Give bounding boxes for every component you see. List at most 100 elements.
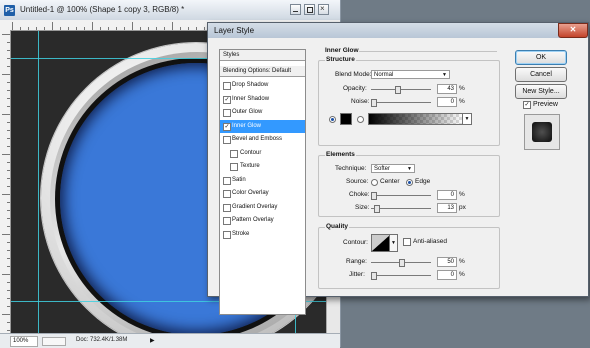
- guide-vertical-left[interactable]: [38, 31, 39, 333]
- style-item-label: Outer Glow: [232, 109, 263, 115]
- ok-button[interactable]: OK: [515, 50, 567, 65]
- ruler-tick: [60, 27, 61, 30]
- size-slider-thumb[interactable]: [374, 205, 380, 213]
- minimize-icon[interactable]: [290, 4, 301, 15]
- maximize-icon[interactable]: [304, 4, 315, 15]
- style-item-gradient-overlay[interactable]: Gradient Overlay: [220, 201, 305, 214]
- source-center-radio[interactable]: [371, 179, 378, 186]
- style-item-checkbox[interactable]: [223, 109, 231, 117]
- style-item-checkbox[interactable]: ✓: [223, 122, 231, 131]
- contour-dropdown-icon[interactable]: ▼: [389, 234, 398, 252]
- style-item-checkbox[interactable]: [223, 176, 231, 185]
- close-icon[interactable]: ×: [318, 4, 329, 15]
- ruler-tick: [7, 266, 10, 267]
- noise-label: Noise:: [351, 98, 370, 105]
- quality-title: Quality: [325, 223, 350, 230]
- style-item-checkbox[interactable]: [230, 163, 238, 171]
- style-item-label: Gradient Overlay: [232, 203, 278, 210]
- blend-mode-select[interactable]: Normal ▼: [371, 70, 450, 79]
- dialog-close-icon[interactable]: ✕: [558, 23, 588, 38]
- ruler-tick: [7, 98, 10, 99]
- opacity-slider-thumb[interactable]: [395, 86, 401, 94]
- style-item-drop-shadow[interactable]: Drop Shadow: [220, 79, 305, 92]
- jitter-slider[interactable]: [371, 272, 431, 280]
- style-item-stroke[interactable]: Stroke: [220, 228, 305, 241]
- ruler-tick: [156, 27, 157, 30]
- document-title-bar[interactable]: Ps Untitled-1 @ 100% (Shape 1 copy 3, RG…: [0, 0, 340, 21]
- style-item-inner-shadow[interactable]: ✓ Inner Shadow: [220, 93, 305, 106]
- style-item-texture[interactable]: Texture: [220, 160, 305, 173]
- anti-aliased-checkbox[interactable]: [403, 238, 411, 246]
- technique-select[interactable]: Softer ▼: [371, 164, 415, 173]
- noise-slider[interactable]: [371, 99, 431, 107]
- size-label: Size:: [355, 204, 370, 211]
- status-arrow-icon[interactable]: ▶: [150, 337, 155, 344]
- choke-slider-thumb[interactable]: [371, 192, 377, 200]
- quality-group: Quality Contour: ▼ Anti-aliased Range: 5…: [318, 223, 500, 289]
- style-item-checkbox[interactable]: [223, 82, 231, 90]
- preview-label: Preview: [533, 101, 558, 108]
- jitter-slider-thumb[interactable]: [371, 272, 377, 280]
- style-item-checkbox[interactable]: [223, 190, 231, 198]
- range-slider-thumb[interactable]: [399, 259, 405, 267]
- range-slider[interactable]: [371, 259, 431, 267]
- ruler-tick: [124, 27, 125, 30]
- jitter-label: Jitter:: [349, 271, 365, 278]
- zoom-field[interactable]: 100%: [10, 336, 38, 347]
- gradient-dropdown-icon[interactable]: ▼: [462, 113, 472, 125]
- style-item-pattern-overlay[interactable]: Pattern Overlay: [220, 214, 305, 227]
- chevron-down-icon: ▼: [407, 166, 412, 172]
- jitter-input[interactable]: 0: [437, 270, 457, 280]
- styles-header[interactable]: Styles: [220, 50, 305, 61]
- blending-options-item[interactable]: Blending Options: Default: [220, 66, 305, 77]
- new-style-button[interactable]: New Style...: [515, 84, 567, 99]
- style-item-inner-glow[interactable]: ✓ Inner Glow: [220, 119, 305, 133]
- cancel-button[interactable]: Cancel: [515, 67, 567, 82]
- ruler-tick: [68, 27, 69, 30]
- gradient-radio[interactable]: [357, 116, 364, 123]
- dialog-title: Layer Style: [214, 26, 255, 35]
- preview-checkbox[interactable]: ✓: [523, 101, 531, 109]
- source-label: Source:: [346, 178, 369, 185]
- noise-slider-thumb[interactable]: [371, 99, 377, 107]
- opacity-input[interactable]: 43: [437, 84, 457, 94]
- ruler-tick: [7, 130, 10, 131]
- noise-input[interactable]: 0: [437, 97, 457, 107]
- gradient-picker[interactable]: [368, 113, 464, 125]
- style-item-checkbox[interactable]: [230, 149, 238, 158]
- status-doc-icon[interactable]: [42, 337, 66, 346]
- opacity-slider[interactable]: [371, 86, 431, 94]
- ruler-tick: [180, 27, 181, 30]
- choke-input[interactable]: 0: [437, 190, 457, 200]
- contour-picker[interactable]: [371, 234, 391, 252]
- style-item-checkbox[interactable]: [223, 136, 231, 144]
- panel-title-divider: [359, 51, 497, 52]
- style-item-contour[interactable]: Contour: [220, 147, 305, 160]
- ruler-tick: [7, 298, 10, 299]
- size-slider[interactable]: [371, 205, 431, 213]
- ruler-tick: [7, 42, 10, 43]
- style-item-label: Color Overlay: [232, 190, 269, 196]
- ruler-tick: [76, 27, 77, 30]
- style-item-satin[interactable]: Satin: [220, 174, 305, 187]
- source-center-label: Center: [380, 178, 400, 185]
- ruler-tick: [84, 27, 85, 30]
- style-item-bevel-and-emboss[interactable]: Bevel and Emboss: [220, 133, 305, 146]
- style-item-checkbox[interactable]: [223, 230, 231, 239]
- style-item-checkbox[interactable]: [223, 203, 231, 212]
- glow-color-swatch[interactable]: [340, 113, 352, 125]
- style-item-outer-glow[interactable]: Outer Glow: [220, 106, 305, 119]
- range-input[interactable]: 50: [437, 257, 457, 267]
- status-bar: 100% Doc: 732.4K/1.38M ▶: [0, 333, 340, 348]
- solid-color-radio[interactable]: [329, 116, 336, 123]
- choke-slider[interactable]: [371, 192, 431, 200]
- source-edge-radio[interactable]: [406, 179, 413, 186]
- ruler-tick: [132, 22, 133, 30]
- dialog-title-bar[interactable]: Layer Style ✕: [208, 23, 588, 38]
- style-item-color-overlay[interactable]: Color Overlay: [220, 187, 305, 200]
- style-item-checkbox[interactable]: [223, 217, 231, 225]
- style-item-checkbox[interactable]: ✓: [223, 95, 231, 104]
- ruler-tick: [2, 154, 10, 155]
- structure-group: Structure Blend Mode: Normal ▼ Opacity: …: [318, 56, 500, 146]
- size-input[interactable]: 13: [437, 203, 457, 213]
